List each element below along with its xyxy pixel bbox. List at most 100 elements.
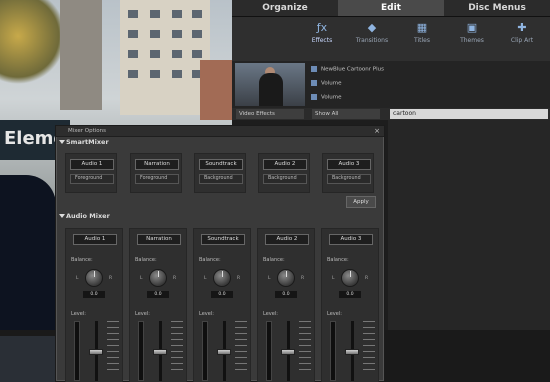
balance-value[interactable]: 0.0 bbox=[83, 291, 105, 298]
level-meter bbox=[74, 321, 80, 381]
mode-select[interactable]: Foreground bbox=[135, 174, 179, 184]
search-input[interactable]: cartoon bbox=[390, 109, 548, 119]
building bbox=[200, 60, 232, 120]
balance-knob[interactable] bbox=[85, 269, 103, 287]
channel-name: Audio 1 bbox=[70, 159, 114, 170]
effect-icon bbox=[311, 94, 317, 100]
effects-tool[interactable]: ƒx Effects bbox=[300, 21, 344, 44]
right-mark: R bbox=[109, 276, 113, 281]
smart-channel: Audio 1 Foreground bbox=[65, 153, 117, 193]
left-mark: L bbox=[76, 276, 79, 281]
mode-select[interactable]: Background bbox=[199, 174, 243, 184]
effect-item[interactable]: Volume bbox=[311, 80, 341, 87]
titles-tool[interactable]: ▦ Titles bbox=[400, 21, 444, 44]
balance-label: Balance: bbox=[199, 257, 221, 263]
level-meter bbox=[266, 321, 272, 381]
apply-button[interactable]: Apply bbox=[346, 196, 376, 208]
scope-select[interactable]: Show All bbox=[312, 109, 380, 119]
tool-label: Clip Art bbox=[510, 37, 534, 44]
effect-thumbnail[interactable] bbox=[235, 63, 305, 106]
level-scale bbox=[171, 321, 183, 381]
channel-name: Audio 1 bbox=[73, 234, 117, 245]
mixer-dialog: Mixer Options × SmartMixer Audio 1 Foreg… bbox=[55, 125, 385, 382]
right-mark: R bbox=[237, 276, 241, 281]
audio-channel: Audio 2 Balance: L R 0.0 Level: bbox=[257, 228, 315, 382]
mode-select[interactable]: Background bbox=[263, 174, 307, 184]
transitions-tool[interactable]: ◆ Transitions bbox=[350, 21, 394, 44]
smartmixer-header[interactable]: SmartMixer bbox=[56, 137, 384, 148]
balance-value[interactable]: 0.0 bbox=[275, 291, 297, 298]
effect-label: Volume bbox=[321, 80, 342, 87]
effects-icon: ƒx bbox=[316, 21, 328, 34]
mode-select[interactable]: Foreground bbox=[70, 174, 114, 184]
tool-label: Effects bbox=[311, 37, 333, 44]
themes-tool[interactable]: ▣ Themes bbox=[450, 21, 494, 44]
balance-label: Balance: bbox=[135, 257, 157, 263]
audiomixer-header[interactable]: Audio Mixer bbox=[56, 211, 386, 222]
section-label: SmartMixer bbox=[66, 138, 109, 146]
clip-art-tool[interactable]: ✚ Clip Art bbox=[500, 21, 544, 44]
themes-icon: ▣ bbox=[466, 21, 478, 34]
balance-value[interactable]: 0.0 bbox=[147, 291, 169, 298]
building bbox=[60, 0, 102, 110]
balance-knob[interactable] bbox=[341, 269, 359, 287]
level-fader[interactable] bbox=[89, 349, 103, 355]
effect-item[interactable]: Volume bbox=[311, 94, 341, 101]
channel-name: Narration bbox=[135, 159, 179, 170]
balance-value[interactable]: 0.0 bbox=[211, 291, 233, 298]
section-label: Audio Mixer bbox=[66, 212, 110, 220]
audio-channel: Narration Balance: L R 0.0 Level: bbox=[129, 228, 187, 382]
smart-channel: Narration Foreground bbox=[130, 153, 182, 193]
effect-label: NewBlue Cartoonr Plus bbox=[321, 66, 384, 73]
level-meter bbox=[202, 321, 208, 381]
right-mark: R bbox=[365, 276, 369, 281]
tab-edit[interactable]: Edit bbox=[338, 0, 444, 16]
effect-item[interactable]: NewBlue Cartoonr Plus bbox=[311, 66, 384, 73]
audio-channel: Audio 3 Balance: L R 0.0 Level: bbox=[321, 228, 379, 382]
level-label: Level: bbox=[71, 311, 86, 317]
level-fader[interactable] bbox=[153, 349, 167, 355]
channel-name: Audio 2 bbox=[263, 159, 307, 170]
level-scale bbox=[107, 321, 119, 381]
disclosure-icon bbox=[59, 140, 65, 144]
balance-knob[interactable] bbox=[149, 269, 167, 287]
tree bbox=[0, 0, 60, 90]
left-mark: L bbox=[332, 276, 335, 281]
effect-icon bbox=[311, 80, 317, 86]
level-fader[interactable] bbox=[217, 349, 231, 355]
left-mark: L bbox=[204, 276, 207, 281]
dialog-title-text: Mixer Options bbox=[68, 128, 106, 134]
tool-label: Titles bbox=[414, 37, 430, 44]
tool-label: Transitions bbox=[355, 37, 389, 44]
level-meter bbox=[138, 321, 144, 381]
left-mark: L bbox=[268, 276, 271, 281]
level-label: Level: bbox=[199, 311, 214, 317]
mode-select[interactable]: Background bbox=[327, 174, 371, 184]
level-fader[interactable] bbox=[281, 349, 295, 355]
channel-name: Audio 3 bbox=[327, 159, 371, 170]
level-label: Level: bbox=[135, 311, 150, 317]
balance-knob[interactable] bbox=[213, 269, 231, 287]
balance-knob[interactable] bbox=[277, 269, 295, 287]
close-icon[interactable]: × bbox=[374, 126, 380, 137]
channel-name: Audio 2 bbox=[265, 234, 309, 245]
balance-label: Balance: bbox=[71, 257, 93, 263]
level-label: Level: bbox=[263, 311, 278, 317]
channel-name: Soundtrack bbox=[199, 159, 243, 170]
category-select[interactable]: Video Effects bbox=[236, 109, 304, 119]
level-scale bbox=[299, 321, 311, 381]
mode-tabs: Organize Edit Disc Menus bbox=[232, 0, 550, 17]
disclosure-icon bbox=[59, 214, 65, 218]
effect-label: Volume bbox=[321, 94, 342, 101]
balance-label: Balance: bbox=[263, 257, 285, 263]
smart-channel: Audio 3 Background bbox=[322, 153, 374, 193]
balance-value[interactable]: 0.0 bbox=[339, 291, 361, 298]
tab-organize[interactable]: Organize bbox=[232, 0, 338, 16]
channel-name: Audio 3 bbox=[329, 234, 373, 245]
building bbox=[120, 0, 210, 115]
channel-name: Soundtrack bbox=[201, 234, 245, 245]
level-fader[interactable] bbox=[345, 349, 359, 355]
tab-disc-menus[interactable]: Disc Menus bbox=[444, 0, 550, 16]
audio-channel: Audio 1 Balance: L R 0.0 Level: bbox=[65, 228, 123, 382]
audio-channel: Soundtrack Balance: L R 0.0 Level: bbox=[193, 228, 251, 382]
